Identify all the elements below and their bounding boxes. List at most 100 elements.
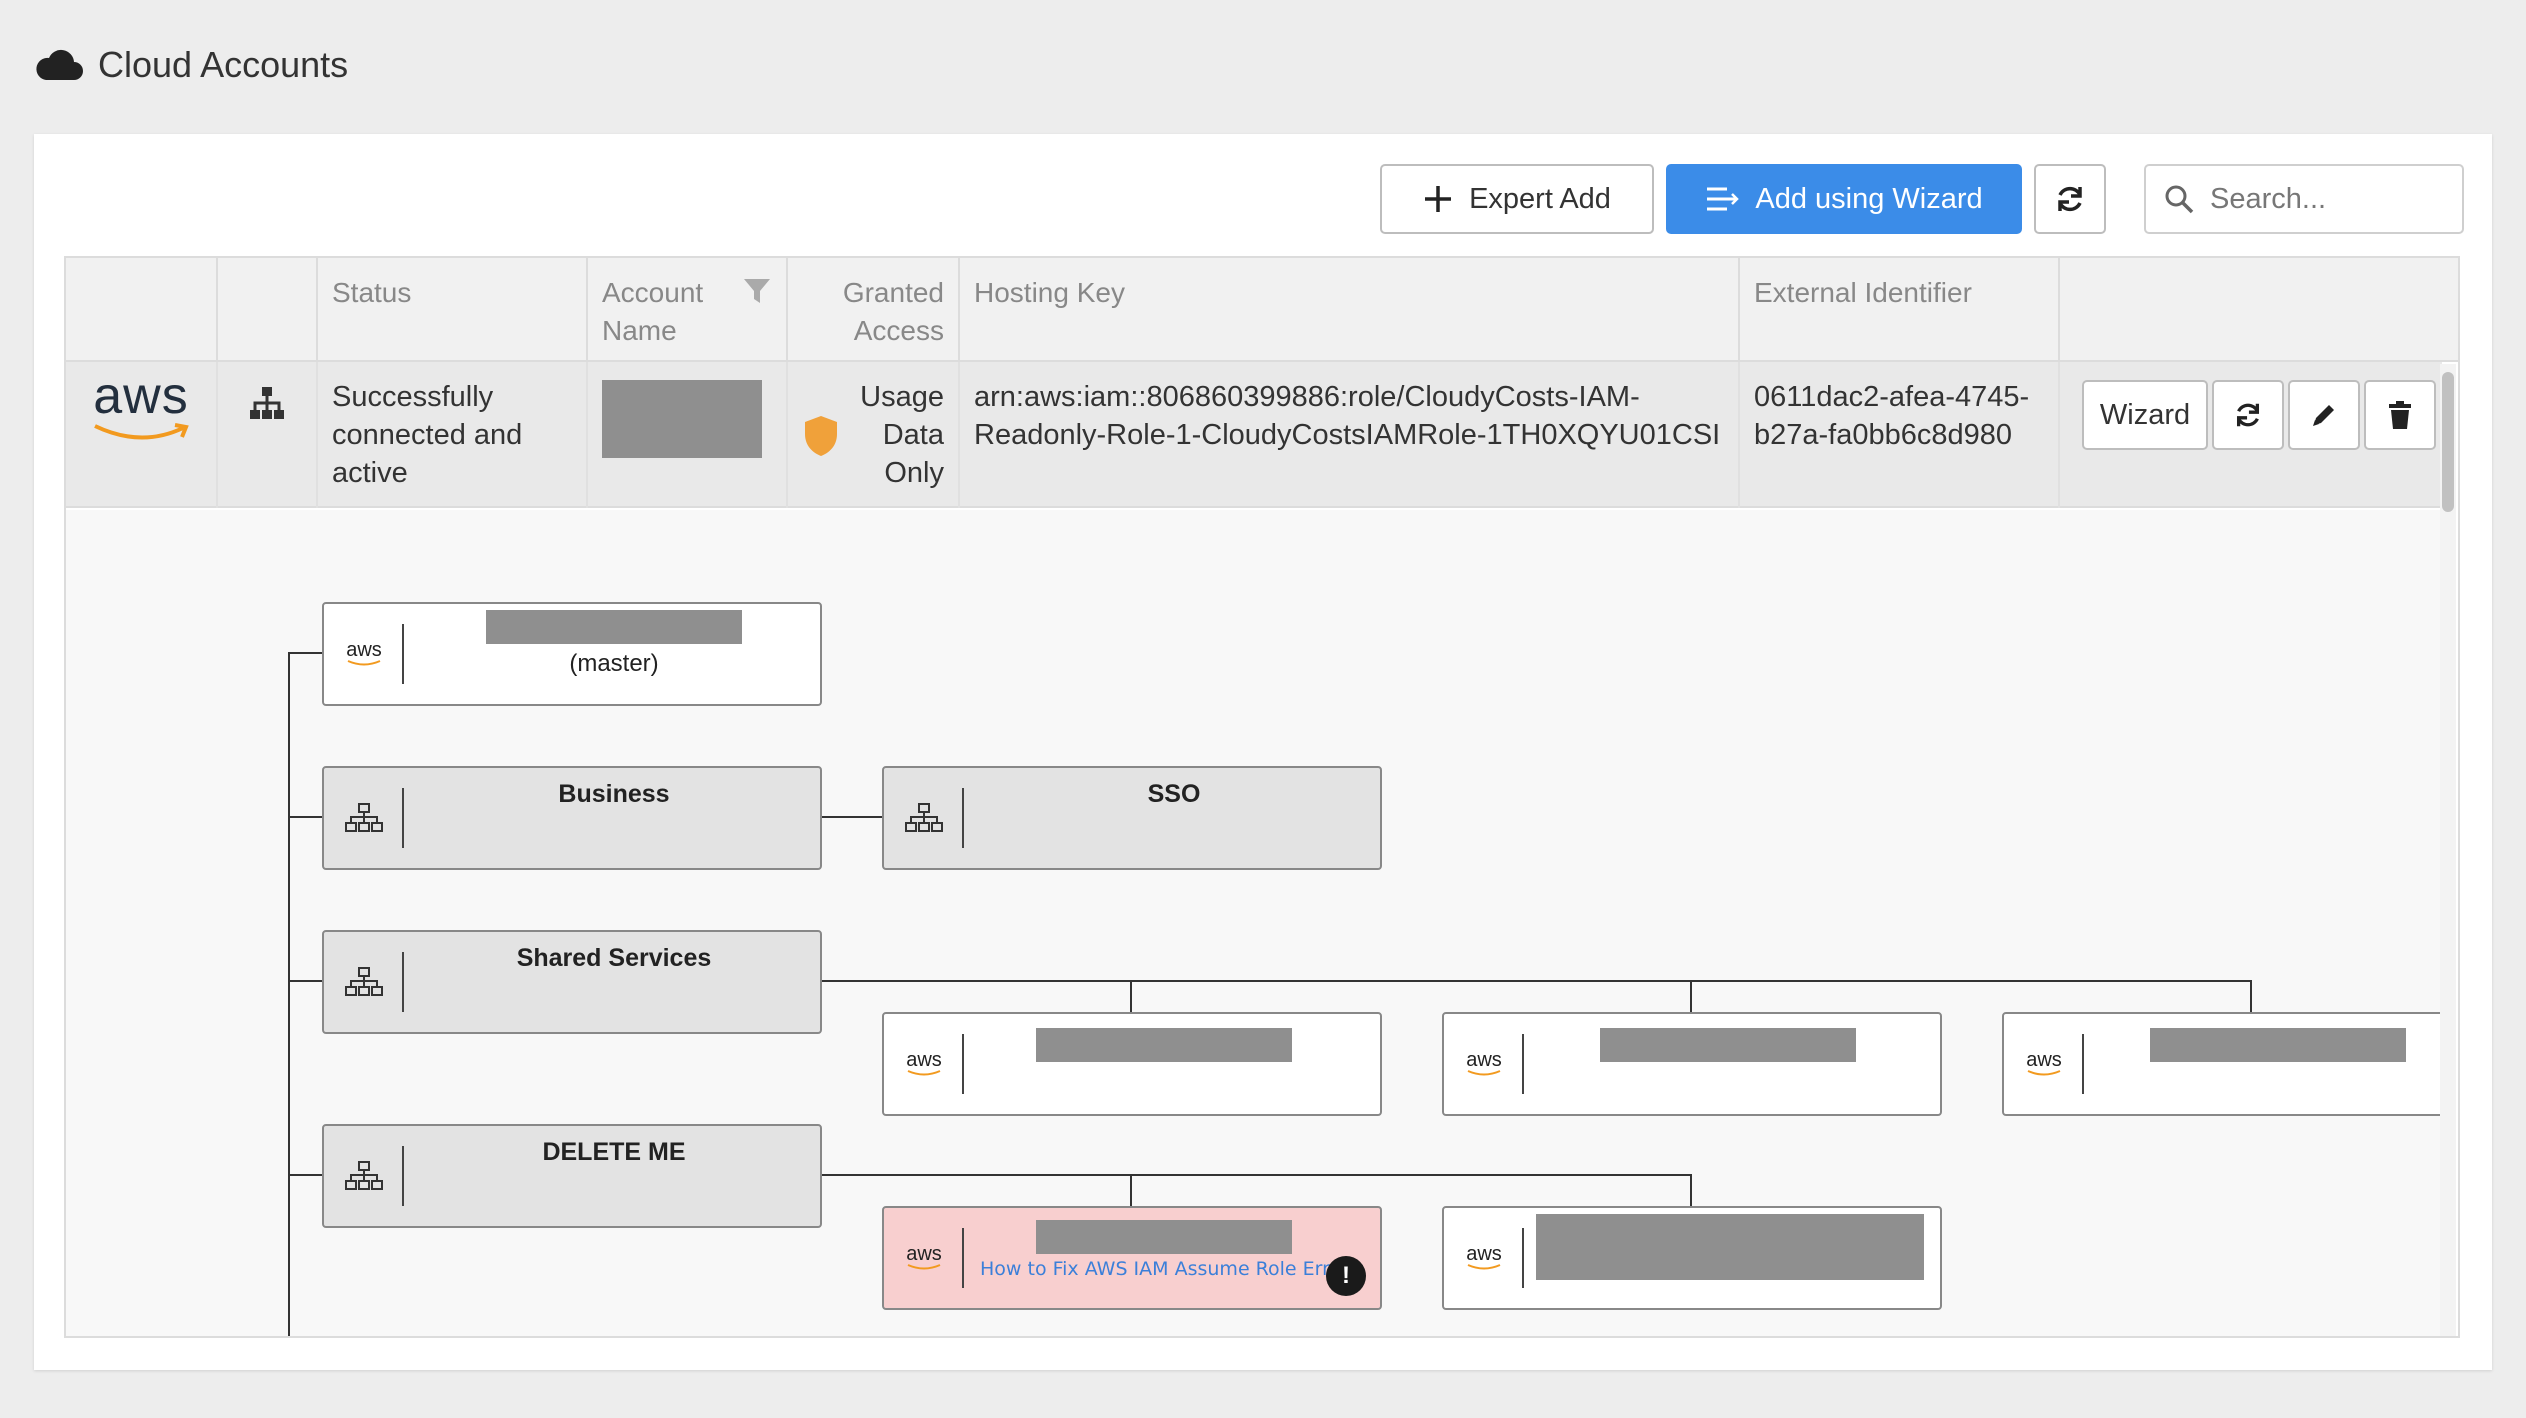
tree-line bbox=[2250, 980, 2252, 1014]
header-logo bbox=[66, 258, 218, 362]
tree-node-account[interactable]: aws bbox=[882, 1012, 1382, 1116]
node-label: Shared Services bbox=[516, 944, 712, 972]
wizard-lines-icon bbox=[1707, 187, 1740, 211]
row-edit-button[interactable] bbox=[2288, 380, 2360, 450]
aws-icon: aws bbox=[884, 1208, 964, 1308]
tree-node-sso[interactable]: SSO bbox=[882, 766, 1382, 870]
node-divider bbox=[962, 1034, 964, 1094]
tree-line bbox=[1130, 1174, 1132, 1206]
header-hosting-key[interactable]: Hosting Key bbox=[960, 258, 1740, 362]
node-label: Business bbox=[558, 780, 670, 808]
add-wizard-label: Add using Wizard bbox=[1755, 182, 1983, 215]
account-name-cell bbox=[588, 362, 788, 508]
tree-node-account[interactable]: aws bbox=[2002, 1012, 2442, 1116]
tree-node-account-error[interactable]: aws How to Fix AWS IAM Assume Role Error… bbox=[882, 1206, 1382, 1310]
redacted-account-name bbox=[1036, 1220, 1292, 1254]
redacted-account-name bbox=[1036, 1028, 1292, 1062]
tree-node-account[interactable]: aws bbox=[1442, 1012, 1942, 1116]
node-divider bbox=[402, 788, 404, 848]
org-unit-icon bbox=[345, 967, 383, 996]
tree-line bbox=[822, 980, 2252, 982]
node-divider bbox=[1522, 1228, 1524, 1288]
header-status[interactable]: Status bbox=[318, 258, 588, 362]
org-unit-icon bbox=[905, 803, 943, 832]
master-label: (master) bbox=[569, 650, 659, 677]
cloud-icon bbox=[36, 49, 83, 80]
node-divider bbox=[402, 952, 404, 1012]
refresh-button[interactable] bbox=[2034, 164, 2106, 234]
node-label: SSO bbox=[1147, 780, 1201, 808]
vertical-scrollbar[interactable] bbox=[2440, 364, 2456, 1336]
aws-smile-icon bbox=[94, 423, 189, 440]
aws-icon: aws bbox=[1444, 1208, 1524, 1308]
node-divider bbox=[962, 788, 964, 848]
tree-line bbox=[822, 1174, 1692, 1176]
row-delete-button[interactable] bbox=[2364, 380, 2436, 450]
tree-trunk-line bbox=[288, 652, 290, 1336]
header-account-name[interactable]: Account Name bbox=[588, 258, 788, 362]
tree-line bbox=[822, 816, 884, 818]
org-unit-icon bbox=[345, 1161, 383, 1190]
header-actions bbox=[2060, 258, 2458, 362]
tree-node-shared-services[interactable]: Shared Services bbox=[322, 930, 822, 1034]
external-id-cell: 0611dac2-afea-4745- b27a-fa0bb6c8d980 bbox=[1740, 362, 2060, 508]
redacted-account-name bbox=[486, 610, 742, 644]
org-hierarchy-icon-cell[interactable] bbox=[218, 362, 318, 508]
plus-icon bbox=[1425, 186, 1452, 212]
tree-line bbox=[1690, 1174, 1692, 1206]
filter-icon[interactable] bbox=[742, 276, 772, 306]
node-divider bbox=[402, 1146, 404, 1206]
search-input[interactable] bbox=[2210, 182, 2410, 216]
granted-access-cell: Usage Data Only bbox=[788, 362, 960, 508]
tree-node-account[interactable]: aws bbox=[1442, 1206, 1942, 1310]
node-divider bbox=[2082, 1034, 2084, 1094]
aws-icon: aws bbox=[884, 1014, 964, 1114]
expert-add-label: Expert Add bbox=[1469, 182, 1611, 215]
redacted-account-name bbox=[1600, 1028, 1856, 1062]
org-unit-icon bbox=[345, 803, 383, 832]
tree-line bbox=[288, 652, 322, 654]
cloud-accounts-panel: Expert Add Add using Wizard Status bbox=[34, 134, 2492, 1370]
node-divider bbox=[1522, 1034, 1524, 1094]
node-divider bbox=[402, 624, 404, 684]
aws-icon: aws bbox=[1444, 1014, 1524, 1114]
trash-icon bbox=[2389, 401, 2411, 429]
tree-line bbox=[288, 816, 322, 818]
redacted-account-name bbox=[2150, 1028, 2406, 1062]
search-icon bbox=[2165, 185, 2194, 214]
search-box[interactable] bbox=[2144, 164, 2464, 234]
scrollbar-thumb[interactable] bbox=[2442, 372, 2454, 512]
aws-logo: aws bbox=[66, 362, 218, 508]
add-wizard-button[interactable]: Add using Wizard bbox=[1666, 164, 2022, 234]
refresh-icon bbox=[2236, 403, 2260, 427]
error-help-link[interactable]: How to Fix AWS IAM Assume Role Errors bbox=[980, 1258, 1359, 1280]
header-external-id[interactable]: External Identifier bbox=[1740, 258, 2060, 362]
redacted-account-name bbox=[1536, 1214, 1924, 1280]
aws-icon: aws bbox=[324, 604, 404, 704]
tree-node-delete-me[interactable]: DELETE ME bbox=[322, 1124, 822, 1228]
page-title: Cloud Accounts bbox=[98, 44, 349, 85]
org-tree: aws (master) Business SSO Shared Service… bbox=[66, 510, 2442, 1336]
header-org bbox=[218, 258, 318, 362]
org-hierarchy-icon bbox=[250, 387, 284, 419]
tree-line bbox=[1690, 980, 1692, 1014]
row-wizard-button[interactable]: Wizard bbox=[2082, 380, 2208, 450]
header-granted-access[interactable]: Granted Access bbox=[788, 258, 960, 362]
page-header: Cloud Accounts bbox=[34, 44, 348, 86]
tree-line bbox=[1130, 980, 1132, 1014]
tree-line bbox=[288, 980, 322, 982]
row-refresh-button[interactable] bbox=[2212, 380, 2284, 450]
tree-node-business[interactable]: Business bbox=[322, 766, 822, 870]
node-divider bbox=[962, 1228, 964, 1288]
pencil-icon bbox=[2313, 405, 2334, 426]
accounts-grid: Status Account Name Granted Access Hosti… bbox=[64, 256, 2460, 1338]
node-label: DELETE ME bbox=[542, 1138, 686, 1166]
refresh-icon bbox=[2058, 186, 2082, 212]
table-row[interactable]: aws Successfully connected and active Us… bbox=[66, 362, 2442, 508]
hosting-key-cell: arn:aws:iam::806860399886:role/CloudyCos… bbox=[960, 362, 1740, 508]
table-header: Status Account Name Granted Access Hosti… bbox=[66, 258, 2458, 362]
error-badge-icon[interactable]: ! bbox=[1326, 1256, 1366, 1296]
tree-node-master-account[interactable]: aws (master) bbox=[322, 602, 822, 706]
status-cell: Successfully connected and active bbox=[318, 362, 588, 508]
expert-add-button[interactable]: Expert Add bbox=[1380, 164, 1654, 234]
